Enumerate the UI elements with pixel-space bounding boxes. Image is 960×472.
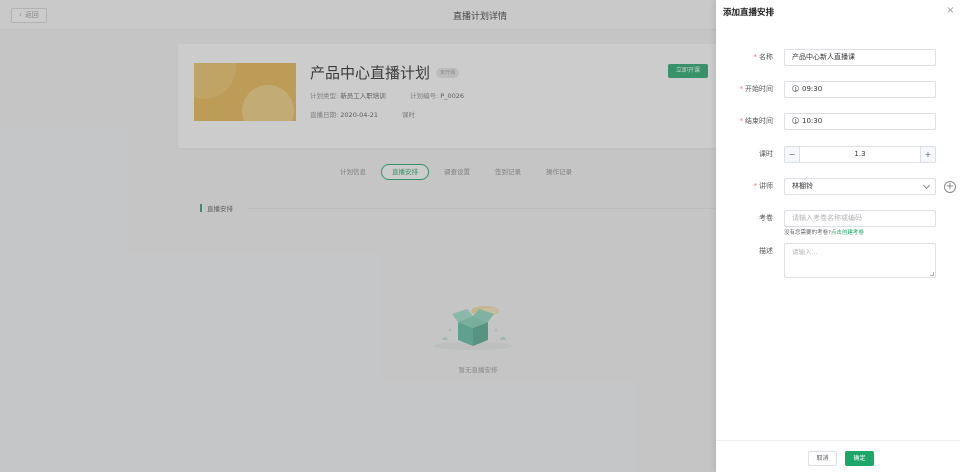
form-row-end-time: * 结束时间 10:30 <box>716 113 960 130</box>
field-label-name: * 名称 <box>753 53 774 61</box>
add-live-schedule-drawer: 添加直播安排 × * 名称 产品中心新人直播课 * 开始时间 09:30 * 结束时间… <box>716 0 960 472</box>
field-label-description: 描述 <box>759 247 773 255</box>
end-time-picker[interactable]: 10:30 <box>784 113 936 130</box>
field-label-lecturer: * 讲师 <box>753 182 774 190</box>
clock-icon <box>792 85 799 92</box>
exam-hint: 没有您需要的考卷?点击创建考卷 <box>784 228 864 236</box>
drawer-footer: 取消 确定 <box>716 440 960 472</box>
hours-stepper: − 1.3 + <box>784 146 936 163</box>
resize-handle-icon[interactable] <box>930 272 934 276</box>
form-row-lecturer: * 讲师 林棚铃 + <box>716 178 960 195</box>
create-exam-link[interactable]: 点击创建考卷 <box>831 230 864 236</box>
field-label-exam: 考卷 <box>759 214 773 222</box>
lecturer-select[interactable]: 林棚铃 <box>784 178 936 195</box>
close-icon[interactable]: × <box>946 6 955 16</box>
exam-hint-text: 没有您需要的考卷? <box>784 230 831 236</box>
lecturer-value: 林棚铃 <box>792 182 813 190</box>
add-lecturer-icon[interactable]: + <box>944 181 956 193</box>
hours-value[interactable]: 1.3 <box>800 147 920 162</box>
increment-button[interactable]: + <box>920 147 935 162</box>
form-row-name: * 名称 产品中心新人直播课 <box>716 49 960 66</box>
cancel-button[interactable]: 取消 <box>808 451 837 466</box>
drawer-title: 添加直播安排 <box>723 8 775 18</box>
field-label-start-time: * 开始时间 <box>739 85 774 93</box>
chevron-down-icon <box>922 181 931 190</box>
form-row-start-time: * 开始时间 09:30 <box>716 81 960 98</box>
end-time-value: 10:30 <box>802 117 823 125</box>
clock-icon <box>792 117 799 124</box>
confirm-button[interactable]: 确定 <box>845 451 874 466</box>
form-row-hours: 课时 − 1.3 + <box>716 146 960 163</box>
description-placeholder: 请输入... <box>792 248 818 256</box>
exam-input[interactable]: 请输入考卷名称或编码 <box>784 210 936 227</box>
form-row-description: 描述 请输入... <box>716 243 960 278</box>
start-time-picker[interactable]: 09:30 <box>784 81 936 98</box>
start-time-value: 09:30 <box>802 85 823 93</box>
field-label-end-time: * 结束时间 <box>739 117 774 125</box>
name-input[interactable]: 产品中心新人直播课 <box>784 49 936 66</box>
form-row-exam: 考卷 请输入考卷名称或编码 <box>716 210 960 227</box>
field-label-hours: 课时 <box>759 150 773 158</box>
decrement-button[interactable]: − <box>785 147 800 162</box>
description-textarea[interactable]: 请输入... <box>784 243 936 278</box>
